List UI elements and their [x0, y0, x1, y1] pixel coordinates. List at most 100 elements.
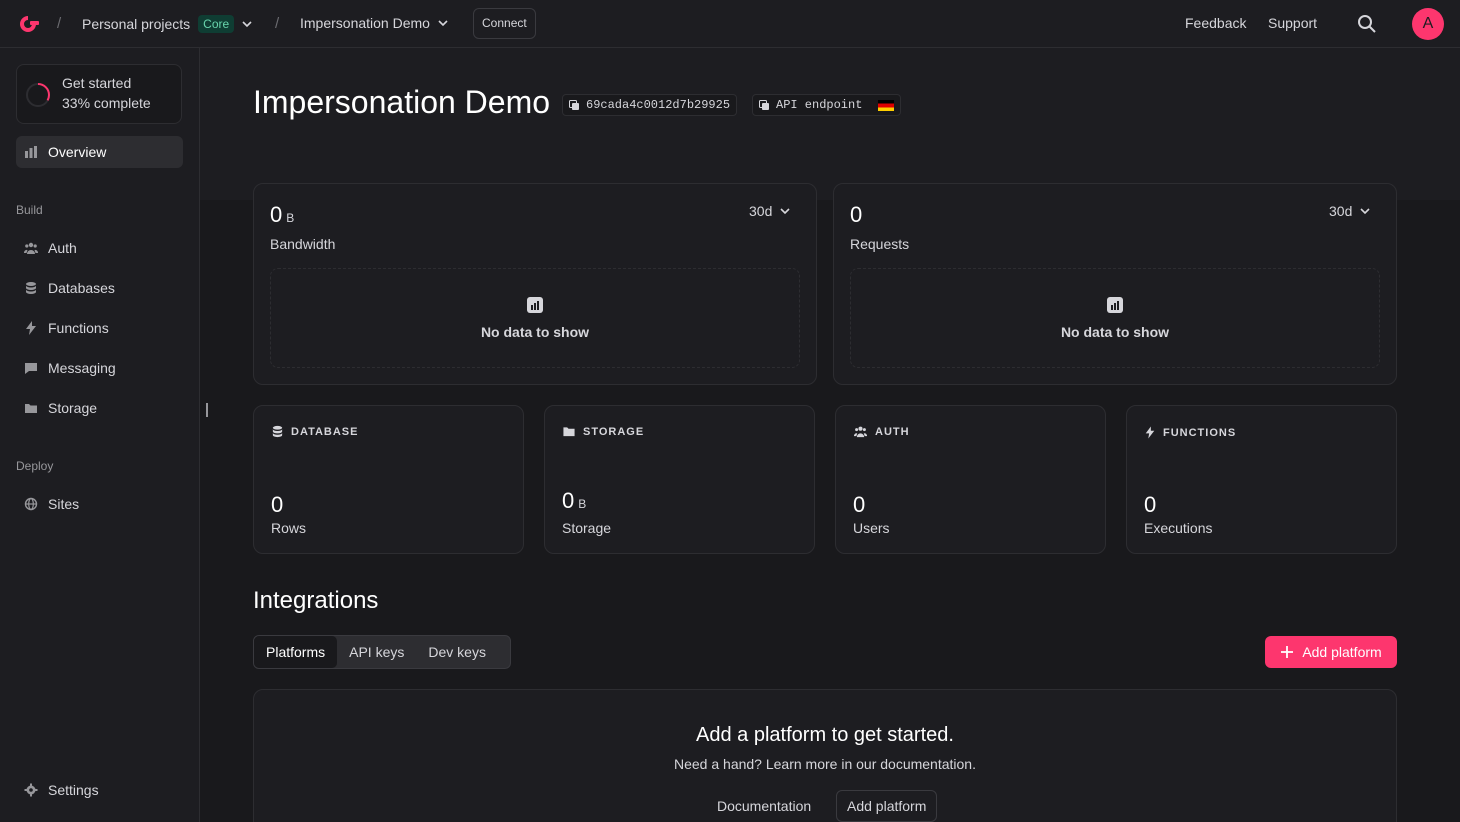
auth-stat-header: AUTH [853, 425, 910, 438]
empty-message: No data to show [480, 324, 590, 340]
feedback-link[interactable]: Feedback [1185, 15, 1246, 31]
breadcrumb-project[interactable]: Impersonation Demo [300, 15, 448, 31]
users-icon [24, 242, 38, 254]
sidebar-item-overview[interactable]: Overview [16, 136, 183, 168]
sidebar-item-messaging[interactable]: Messaging [16, 352, 183, 384]
project-id-tag[interactable]: 69cada4c0012d7b29925 [562, 94, 738, 116]
chevron-down-icon [242, 21, 252, 28]
bandwidth-label: Bandwidth [270, 236, 336, 252]
breadcrumb-separator: / [57, 15, 62, 32]
chart-icon [527, 297, 543, 313]
sidebar-item-label: Settings [48, 782, 99, 798]
empty-panel-subtitle: Need a hand? Learn more in our documenta… [674, 756, 976, 772]
breadcrumb-org[interactable]: Personal projects Core [82, 15, 252, 33]
gear-icon [24, 783, 38, 797]
functions-value: 0 [1144, 492, 1157, 517]
sidebar-item-auth[interactable]: Auth [16, 232, 183, 264]
sidebar: Get started 33% complete Overview Build … [0, 48, 200, 822]
requests-period-select[interactable]: 30d [1329, 203, 1370, 219]
sidebar-resize-handle[interactable] [206, 403, 208, 417]
tab-dev-keys[interactable]: Dev keys [416, 636, 498, 668]
storage-value: 0B [562, 488, 587, 513]
auth-label: Users [853, 520, 890, 536]
sidebar-item-label: Overview [48, 144, 107, 160]
integrations-empty-panel: Add a platform to get started. Need a ha… [253, 689, 1397, 822]
search-icon[interactable] [1357, 14, 1377, 34]
chevron-down-icon [438, 20, 448, 27]
functions-label: Executions [1144, 520, 1213, 536]
storage-stat-card[interactable]: STORAGE 0B Storage [544, 405, 815, 554]
integrations-title: Integrations [253, 587, 379, 614]
database-icon [26, 282, 36, 294]
connect-button[interactable]: Connect [473, 8, 536, 39]
users-icon [853, 426, 868, 438]
section-label-deploy: Deploy [16, 459, 54, 473]
functions-stat-header: FUNCTIONS [1144, 425, 1236, 440]
get-started-card[interactable]: Get started 33% complete [16, 64, 182, 124]
database-value: 0 [271, 492, 284, 517]
appwrite-logo-icon[interactable] [16, 12, 40, 36]
database-icon [272, 425, 283, 438]
api-endpoint-tag[interactable]: API endpoint [752, 94, 902, 116]
auth-value: 0 [853, 492, 866, 517]
chevron-down-icon [1360, 208, 1370, 215]
copy-icon [569, 99, 579, 110]
bandwidth-value: 0B [270, 202, 295, 227]
empty-message: No data to show [1060, 324, 1170, 340]
empty-panel-title: Add a platform to get started. [696, 724, 954, 746]
tab-platforms[interactable]: Platforms [254, 636, 338, 668]
sidebar-item-label: Auth [48, 240, 77, 256]
api-endpoint-text: API endpoint [776, 98, 863, 112]
breadcrumb-org-label: Personal projects [82, 16, 191, 32]
documentation-link[interactable]: Documentation [717, 798, 811, 814]
lightning-icon [1145, 426, 1155, 439]
section-label-build: Build [16, 203, 43, 217]
folder-icon [563, 427, 575, 437]
auth-stat-card[interactable]: AUTH 0 Users [835, 405, 1106, 554]
sidebar-item-sites[interactable]: Sites [16, 488, 183, 520]
add-platform-button[interactable]: Add platform [1265, 636, 1397, 668]
plus-icon [1281, 646, 1294, 658]
database-stat-card[interactable]: DATABASE 0 Rows [253, 405, 524, 554]
germany-flag-icon [878, 99, 895, 111]
sidebar-item-label: Storage [48, 400, 98, 416]
sidebar-item-settings[interactable]: Settings [16, 774, 183, 806]
globe-icon [24, 497, 38, 511]
folder-icon [25, 404, 37, 413]
storage-label: Storage [562, 520, 612, 536]
project-id-text: 69cada4c0012d7b29925 [586, 98, 731, 112]
storage-stat-header: STORAGE [562, 425, 644, 438]
tab-api-keys[interactable]: API keys [337, 636, 416, 668]
integrations-tabs: Platforms API keys Dev keys [253, 635, 511, 669]
bandwidth-card: 0B Bandwidth 30d No data to show [253, 183, 817, 385]
page-header [200, 48, 1460, 200]
add-platform-secondary-button[interactable]: Add platform [836, 790, 938, 822]
requests-value: 0 [850, 202, 863, 227]
sidebar-item-storage[interactable]: Storage [16, 392, 183, 424]
sidebar-item-label: Messaging [48, 360, 116, 376]
sidebar-item-label: Sites [48, 496, 80, 512]
requests-card: 0 Requests 30d No data to show [833, 183, 1397, 385]
sidebar-item-label: Functions [48, 320, 109, 336]
top-bar: / Personal projects Core / Impersonation… [0, 0, 1460, 48]
requests-empty-state: No data to show [850, 268, 1380, 368]
requests-label: Requests [850, 236, 910, 252]
chat-icon [25, 363, 37, 374]
functions-stat-card[interactable]: FUNCTIONS 0 Executions [1126, 405, 1397, 554]
sidebar-item-databases[interactable]: Databases [16, 272, 183, 304]
bandwidth-period-select[interactable]: 30d [749, 203, 790, 219]
database-label: Rows [271, 520, 307, 536]
lightning-icon [26, 321, 36, 335]
chevron-down-icon [780, 208, 790, 215]
database-stat-header: DATABASE [271, 425, 358, 438]
avatar[interactable]: A [1412, 8, 1444, 40]
get-started-title: Get started [62, 75, 132, 91]
breadcrumb-project-label: Impersonation Demo [300, 15, 430, 31]
sidebar-item-functions[interactable]: Functions [16, 312, 183, 344]
support-link[interactable]: Support [1268, 15, 1317, 31]
page-title: Impersonation Demo [253, 84, 551, 120]
chart-icon [1107, 297, 1123, 313]
breadcrumb-separator: / [275, 15, 280, 32]
sidebar-item-label: Databases [48, 280, 115, 296]
copy-icon [759, 99, 769, 110]
